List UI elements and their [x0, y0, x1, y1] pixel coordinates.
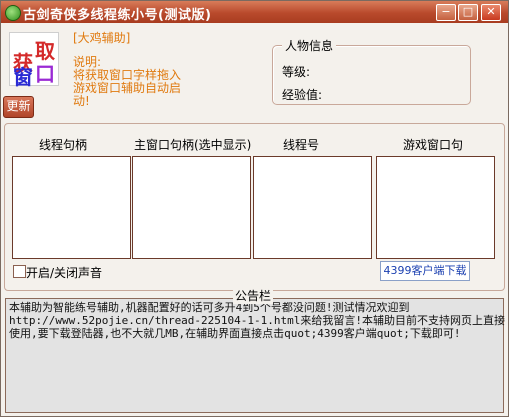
close-button[interactable]: ✕ — [481, 4, 501, 21]
notice-board[interactable]: 本辅助为智能练号辅助,机器配置好的话可多开4到5个号都没问题!测试情况欢迎到 h… — [5, 298, 506, 413]
window-title: 古剑奇侠多线程练小号(测试版) — [23, 8, 212, 23]
notice-board-label: 公告栏 — [233, 287, 274, 304]
refresh-button[interactable]: 更新 — [3, 96, 34, 118]
instruction-line: 动! — [73, 94, 90, 108]
thread-handle-list[interactable] — [12, 156, 131, 259]
instructions: 说明: 将获取窗口字样拖入 游戏窗口辅助自动启 动! — [73, 56, 188, 108]
download-client-link[interactable]: 4399客户端下载 — [380, 261, 470, 281]
thread-id-list[interactable] — [253, 156, 372, 259]
main-window-handle-list[interactable] — [132, 156, 251, 259]
sound-toggle-label[interactable]: 开启/关闭声音 — [26, 264, 102, 281]
main-window: 古剑奇侠多线程练小号(测试版) − □ ✕ 获 取 窗 口 [大鸡辅助] 说明:… — [0, 0, 509, 417]
maximize-button[interactable]: □ — [458, 4, 478, 21]
column-header-thread-id: 线程号 — [283, 138, 320, 152]
helper-title: [大鸡辅助] — [73, 31, 131, 45]
app-icon — [5, 5, 21, 21]
column-header-main-window-handle: 主窗口句柄(选中显示) — [134, 138, 252, 152]
level-label: 等级: — [282, 65, 311, 79]
notice-line: http://www.52pojie.cn/thread-225104-1-1.… — [9, 314, 506, 327]
title-bar[interactable]: 古剑奇侠多线程练小号(测试版) − □ ✕ — [1, 1, 508, 23]
column-header-thread-handle: 线程句柄 — [39, 138, 88, 152]
grab-window-target[interactable]: 获 取 窗 口 — [9, 32, 59, 89]
instruction-line: 游戏窗口辅助自动启 — [73, 81, 182, 95]
character-info-title: 人物信息 — [282, 37, 337, 54]
notice-line: 使用,要下载登陆器,也不大就几MB,在辅助界面直接点击quot;4399客户端q… — [9, 327, 461, 340]
minimize-button[interactable]: − — [436, 4, 456, 21]
game-window-handle-list[interactable] — [376, 156, 495, 259]
exp-label: 经验值: — [282, 88, 323, 102]
column-header-game-window-handle: 游戏窗口句 — [403, 138, 464, 152]
logo-char-3: 窗 — [13, 65, 33, 89]
sound-toggle-checkbox[interactable] — [13, 265, 26, 278]
logo-char-4: 口 — [35, 62, 55, 86]
